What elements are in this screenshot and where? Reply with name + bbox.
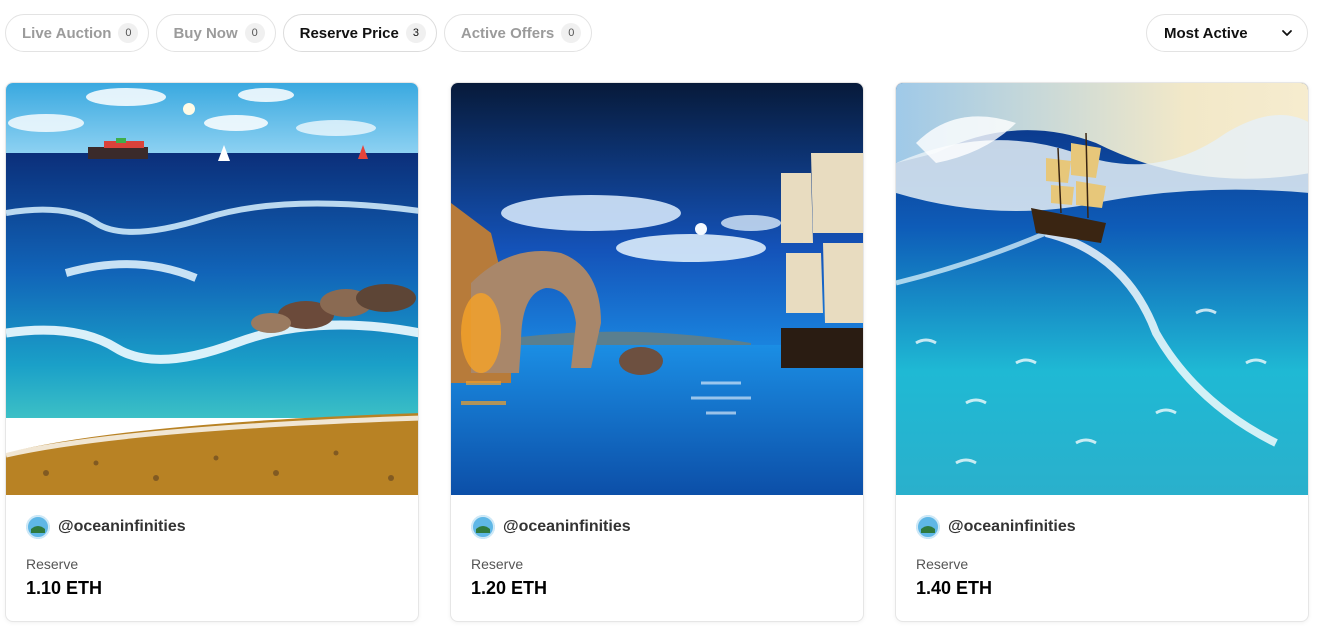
filter-count-badge: 3 <box>405 23 426 43</box>
filter-reserve-price[interactable]: Reserve Price 3 <box>282 14 437 52</box>
creator-handle[interactable]: @oceaninfinities <box>503 518 631 536</box>
creator-row[interactable]: @oceaninfinities <box>916 515 1288 539</box>
creator-handle[interactable]: @oceaninfinities <box>948 518 1076 536</box>
price-label: Reserve <box>26 556 79 572</box>
sort-dropdown[interactable]: Most Active <box>1146 14 1308 52</box>
artwork-card[interactable]: @oceaninfinities Reserve 1.40 ETH <box>895 82 1309 622</box>
filter-count-badge: 0 <box>561 23 582 43</box>
chevron-down-icon <box>1282 30 1292 36</box>
sort-label: Most Active <box>1164 24 1248 42</box>
filter-label: Live Auction <box>22 24 112 42</box>
creator-avatar[interactable] <box>916 515 940 539</box>
creator-avatar[interactable] <box>26 515 50 539</box>
artwork-image[interactable] <box>451 83 864 495</box>
creator-avatar[interactable] <box>471 515 495 539</box>
artwork-grid: @oceaninfinities Reserve 1.10 ETH @ocean… <box>5 82 1309 622</box>
artwork-image[interactable] <box>896 83 1309 495</box>
price-label: Reserve <box>916 556 969 572</box>
filter-label: Buy Now <box>173 24 238 42</box>
artwork-card[interactable]: @oceaninfinities Reserve 1.10 ETH <box>5 82 419 622</box>
filter-bar: Live Auction 0 Buy Now 0 Reserve Price 3… <box>5 14 593 52</box>
price-value: 1.10 ETH <box>26 578 103 598</box>
artwork-card[interactable]: @oceaninfinities Reserve 1.20 ETH <box>450 82 864 622</box>
filter-label: Reserve Price <box>299 24 399 42</box>
creator-row[interactable]: @oceaninfinities <box>471 515 843 539</box>
artwork-image[interactable] <box>6 83 419 495</box>
creator-handle[interactable]: @oceaninfinities <box>58 518 186 536</box>
price-value: 1.20 ETH <box>471 578 548 598</box>
filter-label: Active Offers <box>460 24 555 42</box>
filter-live-auction[interactable]: Live Auction 0 <box>5 14 150 52</box>
filter-buy-now[interactable]: Buy Now 0 <box>156 14 276 52</box>
filter-count-badge: 0 <box>118 23 139 43</box>
filter-active-offers[interactable]: Active Offers 0 <box>443 14 593 52</box>
filter-count-badge: 0 <box>244 23 265 43</box>
price-label: Reserve <box>471 556 524 572</box>
creator-row[interactable]: @oceaninfinities <box>26 515 398 539</box>
price-value: 1.40 ETH <box>916 578 993 598</box>
